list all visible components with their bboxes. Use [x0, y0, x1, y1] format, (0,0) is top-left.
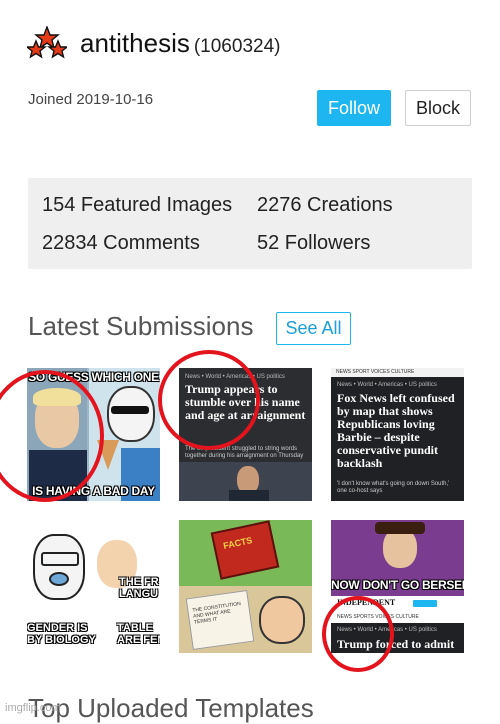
- cartoon-face: [259, 596, 305, 644]
- hair-shape: [33, 388, 81, 406]
- news-breadcrumb: News • World • Americas • US politics: [185, 374, 285, 380]
- user-id: (1060324): [193, 36, 281, 57]
- featured-images-count[interactable]: 154 Featured Images: [42, 194, 232, 217]
- cartoon-head: [107, 386, 155, 442]
- followers-count[interactable]: 52 Followers: [257, 232, 370, 255]
- submission-thumbnail-3[interactable]: NEWS SPORT VOICES CULTURE News • World •…: [331, 368, 464, 501]
- news-breadcrumb: News • World • Americas • US politics: [337, 627, 437, 633]
- soyjak-head: [33, 534, 85, 600]
- submission-thumbnail-2[interactable]: News • World • Americas • US politics Tr…: [179, 368, 312, 501]
- block-button[interactable]: Block: [405, 90, 471, 126]
- joined-date: Joined 2019-10-16: [28, 91, 154, 108]
- top-hat-icon: [375, 522, 425, 534]
- news-headline: Trump forced to admit: [337, 637, 455, 651]
- sunglasses-icon: [111, 406, 149, 414]
- news-nav-links: NEWS SPORTS VOICES CULTURE: [337, 614, 419, 620]
- follow-button[interactable]: Follow: [317, 90, 391, 126]
- news-subheadline: The ex-president struggled to string wor…: [185, 446, 304, 459]
- subscribe-button-graphic: [413, 600, 437, 607]
- news-nav-links: NEWS SPORT VOICES CULTURE: [336, 369, 415, 375]
- latest-submissions-title: Latest Submissions: [28, 311, 254, 341]
- see-all-button[interactable]: See All: [276, 312, 351, 345]
- glasses-icon: [41, 552, 79, 566]
- username: antithesis: [80, 28, 190, 58]
- submission-thumbnail-1[interactable]: SO GUESS WHICH ONE IS HAVING A BAD DAY: [27, 368, 160, 501]
- news-headline: Trump appears to stumble over his name a…: [185, 382, 306, 422]
- creations-count[interactable]: 2276 Creations: [257, 194, 393, 217]
- submission-thumbnail-5[interactable]: FACTS THE CONSTITUTION AND WHAT ARE TERM…: [179, 520, 312, 653]
- news-subheadline: 'I don't know what's going on down South…: [337, 481, 450, 494]
- user-avatar-stars-icon: [27, 26, 67, 59]
- meme-caption: NOW DON'T GO BERSERK: [331, 578, 464, 592]
- meme-left-text: GENDER IS BY BIOLOGY: [27, 622, 96, 646]
- top-uploaded-templates-title: Top Uploaded Templates: [28, 693, 314, 723]
- wonka-face-shape: [383, 528, 417, 568]
- meme-bottom-text: IS HAVING A BAD DAY: [32, 484, 155, 498]
- photo-suit-shape: [229, 490, 269, 501]
- meme-right-text: THE FR LANGU: [119, 576, 159, 600]
- username-heading: antithesis (1060324): [80, 28, 280, 59]
- comments-count[interactable]: 22834 Comments: [42, 232, 200, 255]
- submission-thumbnail-6[interactable]: NOW DON'T GO BERSERK INDEPENDENT NEWS SP…: [331, 520, 464, 653]
- submission-thumbnail-4[interactable]: GENDER IS BY BIOLOGY THE FR LANGU TABLE …: [27, 520, 160, 653]
- news-headline: Fox News left confused by map that shows…: [337, 391, 455, 470]
- meme-right-bottom-text: TABLE ARE FEMI: [117, 622, 160, 646]
- news-breadcrumb: News • World • Americas • US politics: [337, 382, 437, 388]
- crying-mouth-shape: [49, 572, 69, 586]
- news-masthead: INDEPENDENT: [337, 598, 396, 607]
- stats-panel: 154 Featured Images 2276 Creations 22834…: [28, 178, 472, 269]
- meme-top-text: SO GUESS WHICH ONE: [28, 370, 159, 384]
- imgflip-watermark: imgflip.com: [5, 702, 61, 714]
